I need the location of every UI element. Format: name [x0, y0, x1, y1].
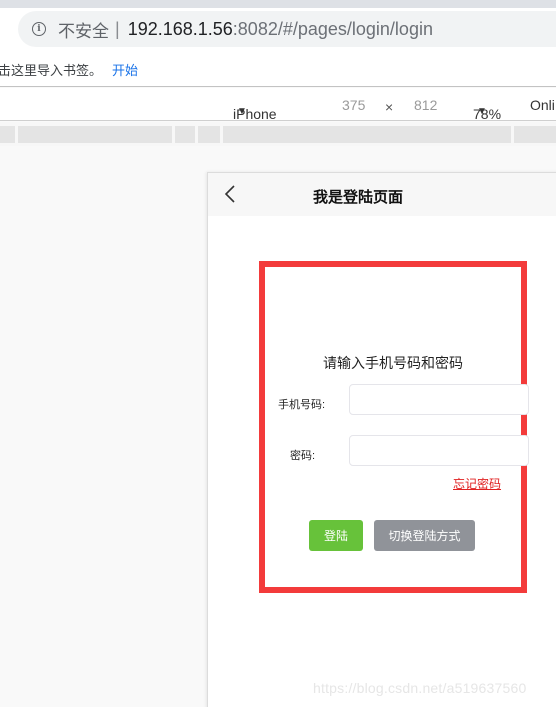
security-label[interactable]: 不安全 [58, 17, 109, 42]
screen: i 不安全 | 192.168.1.56 :8082/#/pages/login… [0, 0, 556, 707]
login-button[interactable]: 登陆 [309, 520, 363, 551]
highlight-annotation: 请输入手机号码和密码 手机号码: 密码: 忘记密码 登陆 切换登陆方式 [259, 261, 529, 593]
address-separator: | [115, 18, 120, 39]
media-query-segment[interactable] [0, 126, 15, 143]
address-bar[interactable]: i 不安全 | 192.168.1.56 :8082/#/pages/login… [18, 11, 556, 47]
media-query-segment[interactable] [514, 126, 556, 143]
media-query-segment[interactable] [18, 126, 172, 143]
media-query-segment[interactable] [175, 126, 195, 143]
throttle-select[interactable]: Onli [530, 97, 555, 113]
forgot-password-link[interactable]: 忘记密码 [453, 475, 501, 492]
device-width-input[interactable]: 375 [342, 97, 365, 113]
password-label: 密码: [290, 450, 316, 462]
phone-input[interactable] [349, 384, 529, 415]
media-query-segment[interactable] [223, 126, 511, 143]
media-query-segment[interactable] [198, 126, 220, 143]
bookmarks-hint: 击这里导入书签。 [0, 63, 103, 78]
bookmarks-start-link[interactable]: 开始 [112, 60, 138, 79]
switch-login-method-button[interactable]: 切换登陆方式 [374, 520, 475, 551]
device-toolbar: iPhone X▼ 375 × 812 78%▼ Onli [0, 88, 556, 138]
password-input[interactable] [349, 435, 529, 466]
dimension-separator: × [385, 99, 394, 115]
device-height-input[interactable]: 812 [414, 97, 437, 113]
nav-bar: 我是登陆页面 [208, 173, 556, 216]
page-title: 我是登陆页面 [312, 189, 403, 206]
browser-toolbar: i 不安全 | 192.168.1.56 :8082/#/pages/login… [0, 8, 556, 53]
browser-tab-strip [0, 0, 556, 8]
media-query-bar [0, 122, 556, 146]
caret-down-icon: ▼ [477, 106, 487, 117]
phone-label: 手机号码: [278, 399, 326, 411]
login-prompt: 请输入手机号码和密码 [323, 355, 463, 371]
info-icon[interactable]: i [32, 22, 46, 36]
url-path[interactable]: :8082/#/pages/login/login [233, 19, 433, 40]
device-viewport: 我是登陆页面 请输入手机号码和密码 手机号码: 密码: 忘记密码 登陆 切换登陆… [207, 172, 556, 707]
watermark: https://blog.csdn.net/a519637560 [313, 680, 527, 696]
url-host[interactable]: 192.168.1.56 [128, 19, 233, 40]
bookmarks-bar: 击这里导入书签。 开始 [0, 53, 556, 87]
caret-down-icon: ▼ [237, 106, 247, 117]
